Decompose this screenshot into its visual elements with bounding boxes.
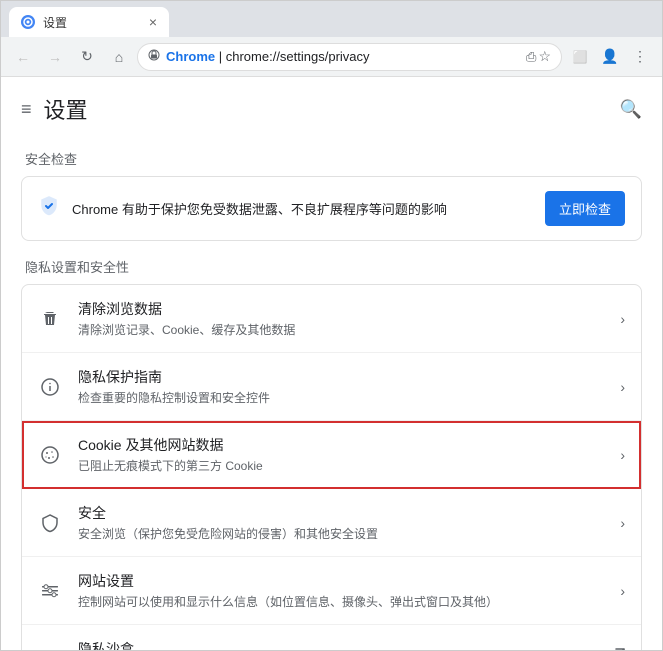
security-title: 安全 — [78, 503, 604, 523]
site-settings-subtitle: 控制网站可以使用和显示什么信息（如位置信息、摄像头、弹出式窗口及其他） — [78, 593, 604, 610]
privacy-guide-arrow-icon: › — [620, 379, 625, 395]
security-subtitle: 安全浏览（保护您免受危险网站的侵害）和其他安全设置 — [78, 525, 604, 542]
security-arrow-icon: › — [620, 515, 625, 531]
run-safety-check-button[interactable]: 立即检查 — [545, 191, 625, 226]
site-settings-item[interactable]: 网站设置 控制网站可以使用和显示什么信息（如位置信息、摄像头、弹出式窗口及其他）… — [22, 557, 641, 625]
tab-bar: 设置 × — [1, 1, 662, 37]
share-icon[interactable]: ⎙ — [526, 49, 536, 65]
cookies-arrow-icon: › — [620, 447, 625, 463]
trash-icon — [38, 307, 62, 331]
privacy-settings-list: 清除浏览数据 清除浏览记录、Cookie、缓存及其他数据 › 隐私保护指南 检查… — [21, 284, 642, 650]
clear-browsing-data-title: 清除浏览数据 — [78, 299, 604, 319]
settings-search-icon[interactable]: 🔍 — [620, 99, 642, 120]
privacy-guide-text: 隐私保护指南 检查重要的隐私控制设置和安全控件 — [78, 367, 604, 406]
security-item[interactable]: 安全 安全浏览（保护您免受危险网站的侵害）和其他安全设置 › — [22, 489, 641, 557]
browser-tab[interactable]: 设置 × — [9, 7, 169, 37]
privacy-guide-icon — [38, 375, 62, 399]
privacy-sandbox-item[interactable]: 隐私沙盒 试用版功能已开启 — [22, 625, 641, 650]
address-bar[interactable]: Chrome | chrome://settings/privacy ⎙ ☆ — [137, 43, 562, 71]
site-settings-text: 网站设置 控制网站可以使用和显示什么信息（如位置信息、摄像头、弹出式窗口及其他） — [78, 571, 604, 610]
profile-button[interactable]: 👤 — [596, 43, 624, 71]
site-settings-arrow-icon: › — [620, 583, 625, 599]
clear-browsing-data-subtitle: 清除浏览记录、Cookie、缓存及其他数据 — [78, 321, 604, 338]
security-text: 安全 安全浏览（保护您免受危险网站的侵害）和其他安全设置 — [78, 503, 604, 542]
shield-check-icon — [38, 195, 60, 223]
tab-favicon-icon — [21, 15, 35, 29]
browser-frame: 设置 × ← → ↻ ⌂ Chrome — [0, 0, 663, 651]
cookies-subtitle: 已阻止无痕模式下的第三方 Cookie — [78, 457, 604, 474]
security-shield-icon — [38, 511, 62, 535]
privacy-guide-title: 隐私保护指南 — [78, 367, 604, 387]
page-header: ≡ 设置 🔍 — [21, 77, 642, 133]
address-lock-icon — [148, 49, 160, 64]
clear-browsing-data-text: 清除浏览数据 清除浏览记录、Cookie、缓存及其他数据 — [78, 299, 604, 338]
home-button[interactable]: ⌂ — [105, 43, 133, 71]
privacy-guide-item[interactable]: 隐私保护指南 检查重要的隐私控制设置和安全控件 › — [22, 353, 641, 421]
clear-browsing-data-item[interactable]: 清除浏览数据 清除浏览记录、Cookie、缓存及其他数据 › — [22, 285, 641, 353]
cookies-item[interactable]: Cookie 及其他网站数据 已阻止无痕模式下的第三方 Cookie › — [22, 421, 641, 489]
page-content: ≡ 设置 🔍 安全检查 Chrome 有助于保护您免受数据泄露、不良扩展程序等问… — [1, 77, 662, 650]
privacy-sandbox-title: 隐私沙盒 — [78, 639, 593, 650]
site-settings-title: 网站设置 — [78, 571, 604, 591]
back-button[interactable]: ← — [9, 43, 37, 71]
safety-section-label: 安全检查 — [21, 149, 642, 168]
safety-check-card: Chrome 有助于保护您免受数据泄露、不良扩展程序等问题的影响 立即检查 — [21, 176, 642, 241]
sandbox-flask-icon — [38, 647, 62, 651]
extensions-button[interactable]: ⬜ — [566, 43, 594, 71]
clear-browsing-arrow-icon: › — [620, 311, 625, 327]
cookies-text: Cookie 及其他网站数据 已阻止无痕模式下的第三方 Cookie — [78, 435, 604, 474]
privacy-guide-subtitle: 检查重要的隐私控制设置和安全控件 — [78, 389, 604, 406]
address-text: Chrome | chrome://settings/privacy — [166, 49, 520, 64]
privacy-sandbox-text: 隐私沙盒 试用版功能已开启 — [78, 639, 593, 650]
toolbar: ← → ↻ ⌂ Chrome | chrome://settings/priva… — [1, 37, 662, 77]
refresh-button[interactable]: ↻ — [73, 43, 101, 71]
address-actions: ⎙ ☆ — [526, 48, 551, 65]
bookmark-icon[interactable]: ☆ — [538, 48, 551, 65]
forward-button[interactable]: → — [41, 43, 69, 71]
site-settings-icon — [38, 579, 62, 603]
privacy-section-label: 隐私设置和安全性 — [21, 257, 642, 276]
cookie-icon — [38, 443, 62, 467]
tab-close-button[interactable]: × — [149, 14, 157, 30]
cookies-title: Cookie 及其他网站数据 — [78, 435, 604, 455]
browser-menu-button[interactable]: ⋮ — [626, 43, 654, 71]
tab-title: 设置 — [43, 14, 67, 31]
toolbar-right: ⬜ 👤 ⋮ — [566, 43, 654, 71]
safety-description: Chrome 有助于保护您免受数据泄露、不良扩展程序等问题的影响 — [72, 199, 533, 218]
external-link-icon — [609, 648, 625, 650]
sidebar-toggle-icon[interactable]: ≡ — [21, 99, 32, 120]
page-title: 设置 — [44, 93, 88, 125]
